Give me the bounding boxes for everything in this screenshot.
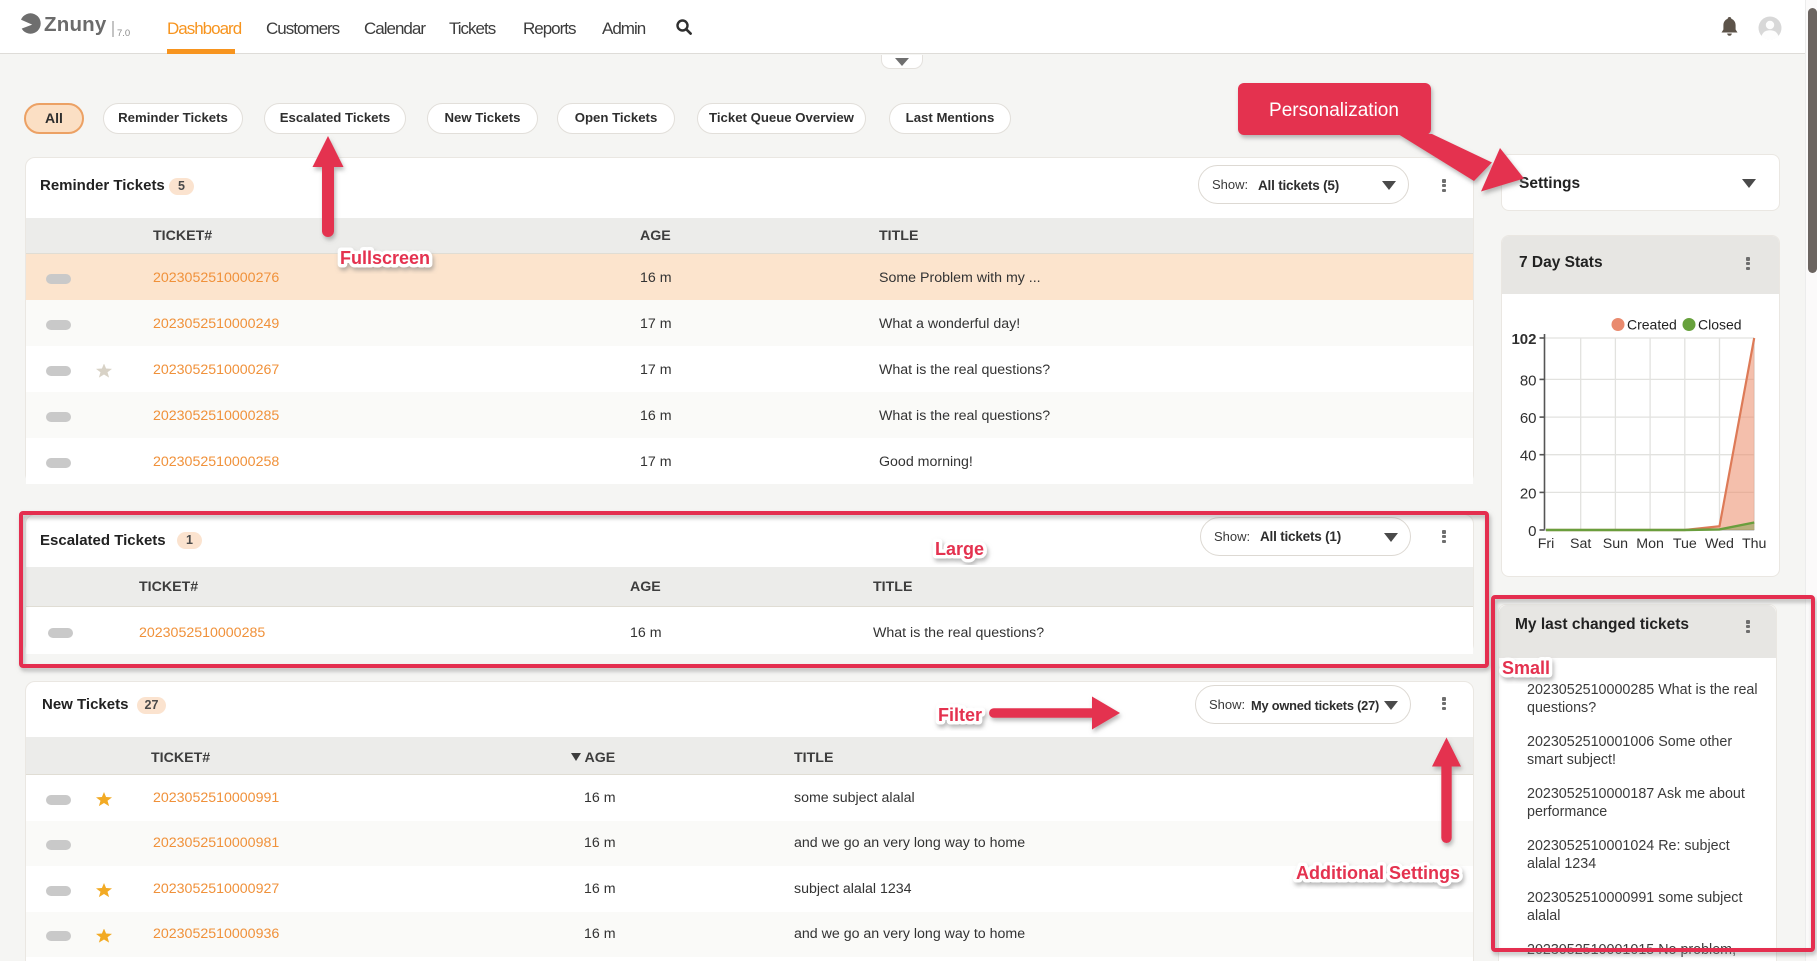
svg-text:Closed: Closed: [1698, 317, 1742, 333]
svg-text:20: 20: [1520, 485, 1537, 502]
svg-text:Fri: Fri: [1538, 536, 1555, 552]
svg-text:0: 0: [1528, 523, 1536, 540]
svg-text:Thu: Thu: [1742, 536, 1766, 552]
svg-text:Sat: Sat: [1570, 536, 1591, 552]
svg-text:80: 80: [1520, 372, 1537, 389]
svg-text:Tue: Tue: [1673, 536, 1697, 552]
svg-text:Wed: Wed: [1705, 536, 1734, 552]
svg-text:Created: Created: [1627, 317, 1677, 333]
svg-text:Sun: Sun: [1603, 536, 1628, 552]
svg-text:102: 102: [1511, 331, 1536, 348]
svg-text:40: 40: [1520, 448, 1537, 465]
svg-text:Personalization: Personalization: [1269, 100, 1399, 121]
svg-text:60: 60: [1520, 410, 1537, 427]
svg-text:Mon: Mon: [1636, 536, 1664, 552]
